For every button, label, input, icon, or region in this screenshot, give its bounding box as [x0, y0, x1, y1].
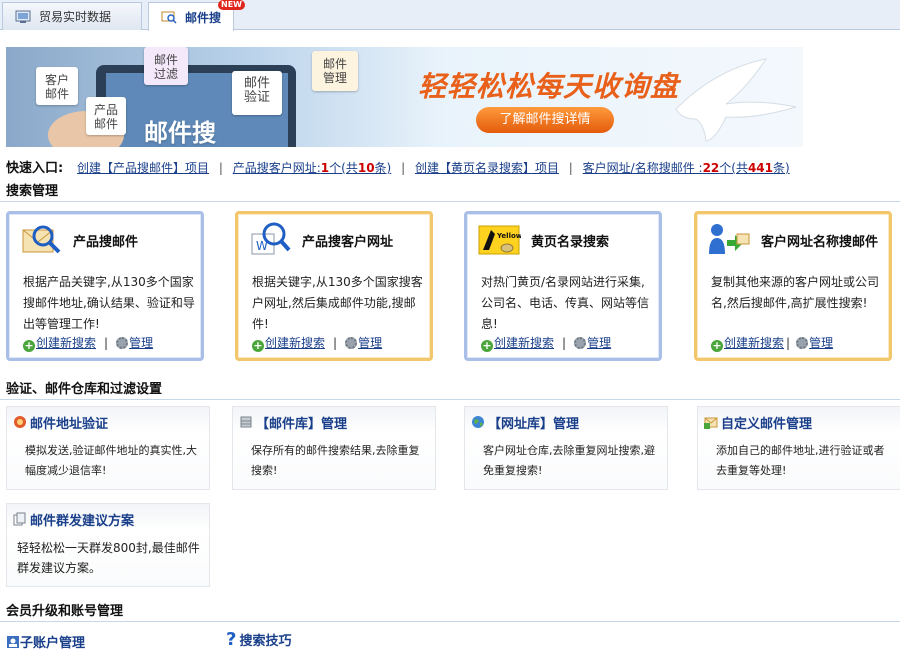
card-description: 复制其他来源的客户网址或公司名,然后搜邮件,高扩展性搜索! — [711, 275, 880, 310]
box-url-library-manage[interactable]: 【网址库】管理 客户网址仓库,去除重复网址搜索,避免重复搜索! — [464, 406, 668, 490]
card-title: 产品搜客户网址 — [302, 235, 394, 250]
box-description: 轻轻松松一天群发800封,最佳邮件群发建议方案。 — [17, 541, 200, 575]
tab-bar: 贸易实时数据 邮件搜 NEW — [0, 0, 900, 31]
create-product-mail-project-link[interactable]: 创建【产品搜邮件】项目 — [77, 161, 209, 175]
dove-illustration — [675, 58, 797, 142]
quick-entry-label: 快速入口: — [6, 161, 64, 176]
card-actions: + 创建新搜索 | 管理 — [252, 336, 383, 352]
card-title: 客户网址名称搜邮件 — [761, 235, 879, 250]
documents-icon — [13, 512, 26, 526]
card-product-customer-url-search: W 产品搜客户网址 根据关键字,从130多个国家搜客户网址,然后集成邮件功能,搜… — [235, 211, 433, 361]
manage-link[interactable]: 管理 — [129, 336, 153, 350]
plus-icon: + — [23, 339, 35, 352]
sub-account-label: 子账户管理 — [20, 636, 86, 651]
box-bulk-mail-advice[interactable]: 邮件群发建议方案 轻轻松松一天群发800封,最佳邮件群发建议方案。 — [6, 503, 210, 587]
create-yellowpage-project-link[interactable]: 创建【黄页名录搜索】项目 — [415, 161, 559, 175]
search-tips-link[interactable]: ? 搜索技巧 — [226, 630, 291, 649]
box-title[interactable]: 自定义邮件管理 — [721, 413, 812, 432]
quick-entry-bar: 快速入口: 创建【产品搜邮件】项目 | 产品搜客户网址:1个(共10条) | 创… — [6, 161, 790, 176]
manage-link[interactable]: 管理 — [587, 336, 611, 350]
section-title: 搜索管理 — [6, 184, 59, 199]
section-title: 会员升级和账号管理 — [6, 604, 124, 619]
box-mail-library-manage[interactable]: 【邮件库】管理 保存所有的邮件搜索结果,去除重复搜索! — [232, 406, 436, 490]
card-product-mail-search: 产品搜邮件 根据产品关键字,从130多个国家搜邮件地址,确认结果、验证和导出等管… — [6, 211, 204, 361]
globe-icon — [472, 416, 484, 428]
box-description: 模拟发送,验证邮件地址的真实性,大幅度减少退信率! — [25, 444, 197, 477]
box-title[interactable]: 【邮件库】管理 — [256, 413, 347, 432]
create-new-search-link[interactable]: 创建新搜索 — [36, 336, 96, 350]
envelope-mail-manage: 邮件 管理 — [312, 51, 358, 91]
card-title: 产品搜邮件 — [73, 235, 139, 250]
mail-search-icon — [161, 11, 177, 24]
mail-magnifier-icon — [22, 225, 61, 254]
banner-slogan: 轻轻松松每天收询盘 — [418, 70, 680, 103]
box-description: 客户网址仓库,去除重复网址搜索,避免重复搜索! — [483, 444, 655, 477]
plus-icon: + — [481, 339, 493, 352]
section-member-account: 会员升级和账号管理 — [0, 602, 900, 622]
box-description: 保存所有的邮件搜索结果,去除重复搜索! — [251, 444, 420, 477]
section-verify-storage-filter: 验证、邮件仓库和过滤设置 — [0, 380, 900, 400]
card-description: 根据关键字,从130多个国家搜客户网址,然后集成邮件功能,搜邮件! — [252, 275, 423, 331]
sub-account-icon — [7, 635, 19, 648]
tab-label: 邮件搜 — [185, 10, 222, 25]
question-mark-icon: ? — [226, 628, 237, 650]
person-mail-icon — [709, 224, 750, 254]
box-title[interactable]: 【网址库】管理 — [488, 413, 579, 432]
section-search-management: 搜索管理 — [0, 182, 900, 202]
gear-icon — [345, 337, 358, 349]
card-url-name-search-mail: 客户网址名称搜邮件 复制其他来源的客户网址或公司名,然后搜邮件,高扩展性搜索! … — [694, 211, 892, 361]
card-title: 黄页名录搜索 — [531, 235, 610, 250]
sub-account-manage-link[interactable]: 子账户管理 — [6, 632, 85, 651]
box-mail-address-verify[interactable]: 邮件地址验证 模拟发送,验证邮件地址的真实性,大幅度减少退信率! — [6, 406, 210, 490]
url-name-search-mail-link[interactable]: 客户网址/名称搜邮件 :22个(共441条) — [583, 161, 790, 175]
manage-link[interactable]: 管理 — [358, 336, 382, 350]
mail-plus-icon — [704, 417, 718, 429]
manage-link[interactable]: 管理 — [809, 336, 833, 350]
tab-trade-realtime-data[interactable]: 贸易实时数据 — [2, 2, 142, 30]
banner-product-title: 邮件搜 — [144, 119, 216, 147]
box-title[interactable]: 邮件地址验证 — [30, 413, 108, 432]
new-badge: NEW — [218, 0, 245, 10]
gear-icon — [116, 337, 129, 349]
card-actions: + 创建新搜索 | 管理 — [711, 336, 834, 352]
search-tips-label: 搜索技巧 — [239, 634, 292, 649]
database-icon — [240, 416, 252, 428]
envelope-product-mail: 产品 邮件 — [86, 97, 126, 135]
section-title: 验证、邮件仓库和过滤设置 — [6, 382, 163, 397]
product-customer-url-link[interactable]: 产品搜客户网址:1个(共10条) — [233, 161, 391, 175]
card-actions: + 创建新搜索 | 管理 — [481, 336, 612, 352]
promo-banner[interactable]: 客户 邮件 产品 邮件 邮件 过滤 邮件 验证 邮件 管理 邮件搜 轻轻松松每天… — [6, 47, 803, 147]
web-magnifier-icon: W — [251, 222, 291, 255]
learn-more-button[interactable]: 了解邮件搜详情 — [476, 107, 614, 133]
yellow-page-logo-icon: Yellow Page — [478, 225, 521, 255]
monitor-icon — [15, 10, 31, 23]
envelope-mail-filter: 邮件 过滤 — [144, 47, 188, 85]
card-description: 对热门黄页/名录网站进行采集,公司名、电话、传真、网站等信息! — [481, 275, 650, 331]
create-new-search-link[interactable]: 创建新搜索 — [494, 336, 554, 350]
seal-icon — [14, 416, 26, 428]
box-custom-mail-manage[interactable]: 自定义邮件管理 添加自己的邮件地址,进行验证或者去重复等处理! — [697, 406, 900, 490]
gear-icon — [574, 337, 587, 349]
plus-icon: + — [252, 339, 264, 352]
envelope-mail-verify: 邮件 验证 — [232, 71, 282, 115]
create-new-search-link[interactable]: 创建新搜索 — [265, 336, 325, 350]
card-description: 根据产品关键字,从130多个国家搜邮件地址,确认结果、验证和导出等管理工作! — [23, 275, 195, 331]
tab-label: 贸易实时数据 — [39, 10, 112, 24]
create-new-search-link[interactable]: 创建新搜索 — [724, 336, 784, 350]
box-title[interactable]: 邮件群发建议方案 — [30, 510, 134, 529]
gear-icon — [796, 337, 809, 349]
card-actions: + 创建新搜索 | 管理 — [23, 336, 154, 352]
card-yellowpage-search: Yellow Page 黄页名录搜索 对热门黄页/名录网站进行采集,公司名、电话… — [464, 211, 662, 361]
box-description: 添加自己的邮件地址,进行验证或者去重复等处理! — [716, 444, 885, 477]
logo-text: Yellow Page — [496, 232, 521, 240]
envelope-customer-mail: 客户 邮件 — [36, 67, 78, 105]
plus-icon: + — [711, 339, 723, 352]
